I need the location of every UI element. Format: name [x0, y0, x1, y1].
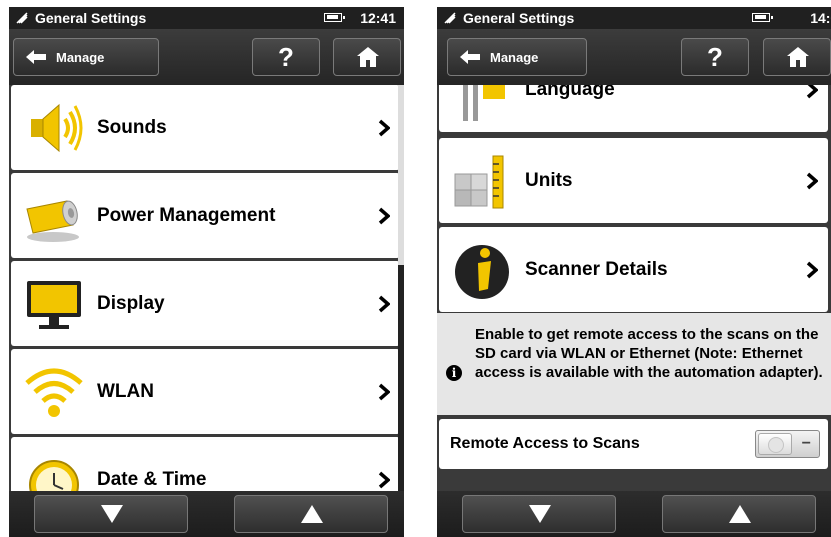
chevron-right-icon — [378, 471, 390, 489]
status-bar: General Settings 12:41 — [9, 7, 404, 29]
clock: 14:04 — [810, 10, 831, 26]
status-title: General Settings — [463, 10, 575, 26]
scanner-info-icon — [455, 245, 509, 299]
settings-list: Language Units Scanner Details i Enable … — [437, 85, 831, 491]
list-item-units[interactable]: Units — [439, 138, 828, 223]
item-label: Language — [525, 85, 615, 100]
status-bar: General Settings 14:04 — [437, 7, 831, 29]
back-button[interactable]: Manage — [13, 38, 159, 76]
arrow-down-icon — [529, 505, 551, 523]
clock: 12:41 — [360, 10, 396, 26]
item-label: Sounds — [97, 117, 167, 138]
toggle-state: − — [801, 435, 811, 452]
back-label: Manage — [56, 50, 105, 65]
arrow-down-icon — [101, 505, 123, 523]
app-logo-icon — [16, 12, 28, 24]
home-button[interactable] — [763, 38, 831, 76]
nav-bar: Manage ? — [9, 29, 404, 85]
left-screen: General Settings 12:41 Manage ? Sounds P… — [9, 7, 404, 537]
home-button[interactable] — [333, 38, 401, 76]
item-label: Display — [97, 293, 165, 314]
chevron-right-icon — [378, 383, 390, 401]
scrollbar[interactable] — [398, 85, 404, 497]
remote-access-row: Remote Access to Scans − — [439, 419, 828, 469]
battery-status-icon — [752, 13, 773, 22]
list-item-display[interactable]: Display — [11, 261, 400, 346]
arrow-up-icon — [729, 505, 751, 523]
remote-access-label: Remote Access to Scans — [450, 435, 640, 452]
units-icon — [454, 155, 504, 209]
chevron-right-icon — [378, 295, 390, 313]
home-icon — [357, 47, 379, 67]
scroll-up-button[interactable] — [662, 495, 816, 533]
list-item-date-time[interactable]: Date & Time — [11, 437, 400, 491]
chevron-right-icon — [378, 119, 390, 137]
item-label: Date & Time — [97, 469, 207, 490]
status-title: General Settings — [35, 10, 147, 26]
right-screen: General Settings 14:04 Manage ? Language — [437, 7, 831, 537]
list-item-scanner-details[interactable]: Scanner Details — [439, 227, 828, 312]
clock-icon — [29, 460, 79, 491]
scroll-down-button[interactable] — [34, 495, 188, 533]
chevron-right-icon — [378, 207, 390, 225]
monitor-icon — [27, 281, 81, 329]
back-button[interactable]: Manage — [447, 38, 587, 76]
battery-status-icon — [324, 13, 345, 22]
home-icon — [787, 47, 809, 67]
app-logo-icon — [444, 12, 456, 24]
help-button[interactable]: ? — [681, 38, 749, 76]
info-icon — [446, 365, 462, 381]
list-item-wlan[interactable]: WLAN — [11, 349, 400, 434]
info-box: Enable to get remote access to the scans… — [437, 313, 831, 415]
info-text: Enable to get remote access to the scans… — [475, 326, 823, 381]
speaker-icon — [31, 103, 83, 153]
settings-list: Sounds Power Management Display WLAN Dat… — [9, 85, 404, 491]
remote-access-toggle[interactable]: − — [755, 430, 820, 458]
toggle-knob — [758, 433, 792, 455]
chevron-right-icon — [806, 85, 818, 99]
chevron-right-icon — [806, 172, 818, 190]
language-icon — [463, 85, 505, 121]
nav-bar: Manage ? — [437, 29, 831, 85]
battery-icon — [26, 200, 79, 242]
wifi-icon — [25, 368, 83, 417]
arrow-up-icon — [301, 505, 323, 523]
list-item-language[interactable]: Language — [439, 85, 828, 132]
bottom-bar — [437, 491, 831, 537]
scrollbar-thumb[interactable] — [398, 265, 404, 497]
bottom-bar — [9, 491, 404, 537]
scroll-up-button[interactable] — [234, 495, 388, 533]
item-label: Power Management — [97, 205, 276, 226]
chevron-right-icon — [806, 261, 818, 279]
item-label: Units — [525, 170, 573, 191]
arrow-left-icon — [460, 50, 480, 64]
list-item-power-management[interactable]: Power Management — [11, 173, 400, 258]
scroll-down-button[interactable] — [462, 495, 616, 533]
arrow-left-icon — [26, 50, 46, 64]
item-label: WLAN — [97, 381, 154, 402]
item-label: Scanner Details — [525, 259, 668, 280]
list-item-sounds[interactable]: Sounds — [11, 85, 400, 170]
back-label: Manage — [490, 50, 539, 65]
help-button[interactable]: ? — [252, 38, 320, 76]
